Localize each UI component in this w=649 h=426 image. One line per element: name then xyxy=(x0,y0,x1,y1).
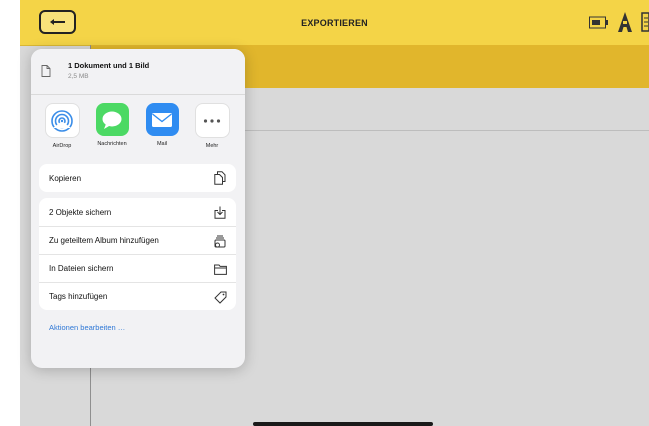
airdrop-icon xyxy=(44,103,80,138)
share-title: 1 Dokument und 1 Bild xyxy=(68,61,150,70)
document-icon xyxy=(41,65,51,77)
page-title: EXPORTIEREN xyxy=(301,18,368,28)
share-app-messages[interactable]: Nachrichten xyxy=(87,103,137,153)
more-icon xyxy=(194,103,230,138)
messages-icon xyxy=(95,103,129,136)
share-app-mail[interactable]: Mail xyxy=(137,103,187,153)
copy-icon xyxy=(213,171,227,185)
share-sheet-header: 1 Dokument und 1 Bild 2,5 MB xyxy=(31,49,245,95)
shared-album-icon xyxy=(213,234,227,248)
app-label: Mehr xyxy=(205,143,219,149)
actions-group: 2 Objekte sichern Zu geteiltem Album hin… xyxy=(39,198,236,310)
app-label: AirDrop xyxy=(52,143,72,149)
share-subtitle: 2,5 MB xyxy=(68,73,89,80)
share-apps-row: AirDrop Nachrichten Mail Mehr xyxy=(37,103,237,153)
top-bar: EXPORTIEREN xyxy=(20,0,649,46)
action-label: Tags hinzufügen xyxy=(49,292,108,301)
save-objects-button[interactable]: 2 Objekte sichern xyxy=(39,198,236,226)
share-app-airdrop[interactable]: AirDrop xyxy=(37,103,87,153)
action-label: In Dateien sichern xyxy=(49,264,114,273)
edit-actions-link[interactable]: Aktionen bearbeiten … xyxy=(49,323,125,332)
add-tags-button[interactable]: Tags hinzufügen xyxy=(39,282,236,310)
app-label: Mail xyxy=(156,141,168,147)
folder-icon xyxy=(213,262,227,276)
share-app-more[interactable]: Mehr xyxy=(187,103,237,153)
copy-group: Kopieren xyxy=(39,164,236,192)
share-sheet: 1 Dokument und 1 Bild 2,5 MB AirDrop Nac… xyxy=(31,49,245,368)
mail-icon xyxy=(145,103,179,136)
tag-icon xyxy=(213,290,227,304)
add-shared-album-button[interactable]: Zu geteiltem Album hinzufügen xyxy=(39,226,236,254)
action-label: 2 Objekte sichern xyxy=(49,207,112,217)
font-icon[interactable] xyxy=(617,11,633,33)
action-label: Zu geteiltem Album hinzufügen xyxy=(49,236,159,245)
app-label: Nachrichten xyxy=(97,141,127,147)
copy-label: Kopieren xyxy=(49,173,82,183)
home-indicator[interactable] xyxy=(253,422,433,426)
page-icon[interactable] xyxy=(641,12,649,32)
copy-button[interactable]: Kopieren xyxy=(39,164,236,192)
battery-icon[interactable] xyxy=(589,16,609,29)
save-download-icon xyxy=(213,205,227,219)
save-to-files-button[interactable]: In Dateien sichern xyxy=(39,254,236,282)
